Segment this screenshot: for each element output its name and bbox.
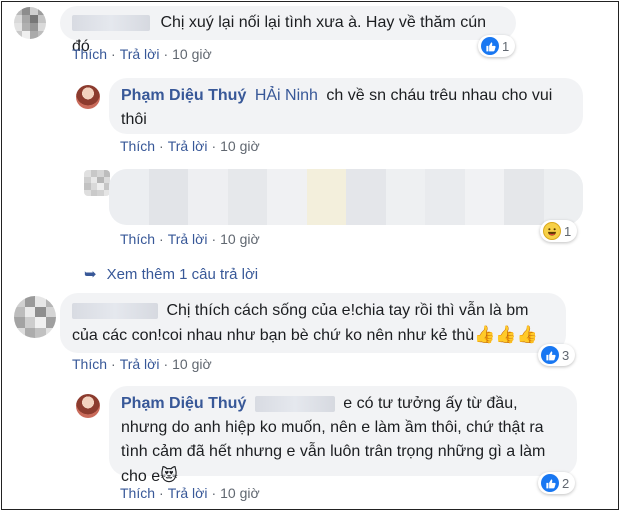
timestamp[interactable]: 10 giờ (172, 356, 212, 372)
avatar[interactable] (14, 7, 46, 39)
comment-bubble: Chị thích cách sống của e!chia tay rồi t… (60, 293, 566, 353)
like-reaction-icon (541, 346, 559, 364)
comment-actions: Thích · Trả lời · 10 giờ (72, 356, 212, 372)
thumbs-up-emojis: 👍👍👍 (474, 325, 538, 344)
reaction-summary[interactable]: 3 (538, 344, 576, 366)
timestamp[interactable]: 10 giờ (220, 231, 260, 247)
reply-link[interactable]: Trả lời (120, 356, 160, 372)
comment-actions: Thích · Trả lời · 10 giờ (120, 138, 260, 154)
reaction-count: 3 (562, 347, 570, 363)
comment-actions: Thích · Trả lời · 10 giờ (120, 485, 260, 501)
reply-bubble: Phạm Diệu Thuý e có tư tưởng ấy từ đầu, … (109, 386, 577, 485)
comment-actions: Thích · Trả lời · 10 giờ (120, 231, 260, 247)
like-reaction-icon (541, 474, 559, 492)
reaction-count: 1 (502, 38, 510, 54)
reply-link[interactable]: Trả lời (120, 46, 160, 62)
comment-bubble: Chị xuý lại nối lại tình xưa à. Hay về t… (60, 6, 516, 55)
heart-eyes-cat-emoji: 😻 (160, 466, 178, 485)
like-link[interactable]: Thích (72, 46, 107, 62)
avatar[interactable] (76, 85, 100, 109)
reaction-summary[interactable]: 1 (540, 220, 578, 242)
blurred-content (109, 169, 583, 225)
like-link[interactable]: Thích (72, 356, 107, 372)
author-name[interactable]: Phạm Diệu Thuý (121, 87, 246, 104)
like-reaction-icon (481, 37, 499, 55)
reply-link[interactable]: Trả lời (168, 138, 208, 154)
reply-bubble: Phạm Diệu Thuý HẢi Ninh ch về sn cháu tr… (109, 78, 583, 134)
tagged-user[interactable]: HẢi Ninh (255, 87, 318, 104)
reaction-count: 2 (562, 475, 570, 491)
author-name-blurred[interactable] (72, 302, 158, 319)
reaction-count: 1 (564, 223, 572, 239)
reaction-summary[interactable]: 2 (538, 472, 576, 494)
reply-link[interactable]: Trả lời (168, 231, 208, 247)
view-more-replies-link[interactable]: ➥ Xem thêm 1 câu trả lời (84, 265, 258, 283)
reply-bubble-blurred (109, 169, 583, 225)
author-name-blurred[interactable] (72, 14, 150, 31)
comment-actions: Thích · Trả lời · 10 giờ (72, 46, 212, 62)
reply-arrow-icon: ➥ (84, 266, 97, 283)
reaction-summary[interactable]: 1 (478, 35, 516, 57)
comment-thread: Chị xuý lại nối lại tình xưa à. Hay về t… (1, 1, 619, 510)
like-link[interactable]: Thích (120, 485, 155, 501)
avatar[interactable] (76, 394, 100, 418)
tagged-user-blurred[interactable] (254, 395, 335, 412)
timestamp[interactable]: 10 giờ (220, 485, 260, 501)
reply-link[interactable]: Trả lời (168, 485, 208, 501)
timestamp[interactable]: 10 giờ (220, 138, 260, 154)
avatar[interactable] (14, 296, 56, 338)
haha-reaction-icon (543, 222, 561, 240)
like-link[interactable]: Thích (120, 138, 155, 154)
timestamp[interactable]: 10 giờ (172, 46, 212, 62)
author-name[interactable]: Phạm Diệu Thuý (121, 395, 246, 412)
avatar[interactable] (84, 170, 110, 196)
like-link[interactable]: Thích (120, 231, 155, 247)
